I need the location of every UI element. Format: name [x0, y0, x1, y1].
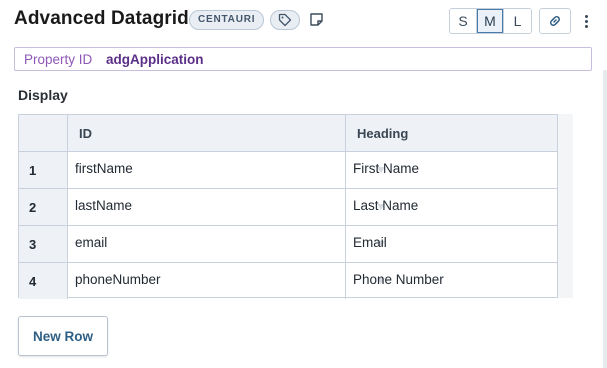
row-number: 3 [19, 226, 68, 262]
property-id-label: Property ID [24, 52, 93, 67]
table-row: 3 email Email [19, 226, 557, 263]
size-medium-button[interactable]: M [477, 9, 504, 33]
property-id-value: adgApplication [106, 52, 204, 67]
row-number-header [19, 115, 68, 152]
component-header: Advanced Datagrid CENTAURI S M L [0, 0, 607, 40]
table-row: 2 lastName Last Name [19, 189, 557, 226]
id-cell[interactable]: email [68, 226, 385, 262]
row-number: 4 [19, 263, 68, 299]
id-value: lastName [75, 198, 133, 213]
kebab-menu-icon[interactable] [579, 9, 593, 33]
column-header-id[interactable]: ID [68, 115, 346, 152]
grid-scrollbar[interactable] [558, 114, 573, 298]
size-selector: S M L [449, 8, 532, 34]
id-cell[interactable]: firstName [68, 152, 385, 188]
size-large-button[interactable]: L [504, 9, 531, 33]
id-value: email [75, 235, 108, 250]
display-section-label: Display [18, 87, 68, 103]
id-value: firstName [75, 161, 133, 176]
tag-icon [278, 13, 292, 27]
display-datagrid: ID Heading 1 firstName First Name 2 last… [18, 114, 558, 300]
note-icon[interactable] [307, 10, 325, 28]
heading-cell[interactable]: Last Name [346, 189, 557, 225]
row-number: 2 [19, 189, 68, 225]
id-cell[interactable]: phoneNumber [68, 263, 385, 299]
panel-scrollbar[interactable] [603, 70, 607, 368]
row-number: 1 [19, 152, 68, 188]
table-row: 1 firstName First Name [19, 152, 557, 189]
link-icon [550, 16, 560, 26]
kebab-dot [584, 19, 588, 23]
size-small-button[interactable]: S [450, 9, 477, 33]
new-row-button[interactable]: New Row [18, 316, 108, 356]
theme-badge: CENTAURI [189, 10, 265, 30]
id-cell[interactable]: lastName [68, 189, 385, 225]
kebab-dot [584, 14, 588, 18]
id-value: phoneNumber [75, 272, 161, 287]
table-row: 4 phoneNumber Phone Number [19, 263, 557, 300]
heading-cell[interactable]: Phone Number [346, 263, 557, 299]
heading-cell[interactable]: First Name [346, 152, 557, 188]
kebab-dot [584, 24, 588, 28]
link-button[interactable] [539, 8, 571, 34]
property-id-field[interactable]: Property ID adgApplication [14, 47, 592, 71]
component-title: Advanced Datagrid [14, 8, 189, 29]
column-header-heading[interactable]: Heading [346, 115, 557, 152]
heading-cell[interactable]: Email [346, 226, 557, 262]
tag-button[interactable] [270, 10, 300, 30]
